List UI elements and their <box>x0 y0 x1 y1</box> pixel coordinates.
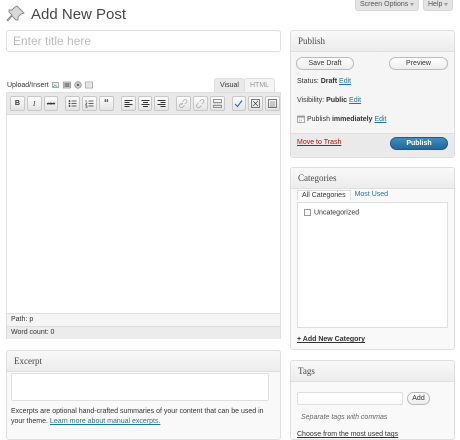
category-label: Uncategorized <box>314 209 360 217</box>
status-edit-link[interactable]: Edit <box>339 78 351 85</box>
status-value: Draft <box>320 78 338 85</box>
kitchen-sink-button[interactable] <box>265 96 280 111</box>
bold-label: B <box>14 100 20 107</box>
tab-most-used[interactable]: Most Used <box>351 190 392 200</box>
editor-toolbar: B I ABC “ <box>7 93 280 115</box>
excerpt-help: Excerpts are optional hand-crafted summa… <box>11 407 276 427</box>
add-new-category-link[interactable]: + Add New Category <box>297 336 365 343</box>
pushpin-icon <box>6 5 25 22</box>
italic-label: I <box>33 99 36 108</box>
strikethrough-button[interactable]: ABC <box>43 96 59 111</box>
align-center-button[interactable] <box>137 96 153 111</box>
align-right-button[interactable] <box>154 96 170 111</box>
category-checkbox[interactable] <box>304 209 311 216</box>
blockquote-label: “ <box>103 97 109 109</box>
publish-button[interactable]: Publish <box>390 137 448 150</box>
visibility-label: Visibility: <box>297 97 325 104</box>
upload-insert-row: Upload/Insert <box>7 80 93 90</box>
unlink-button[interactable] <box>192 96 208 111</box>
category-tabs: All Categories Most Used <box>297 190 392 200</box>
tab-visual[interactable]: Visual <box>214 78 245 92</box>
publish-label: Publish <box>307 115 330 123</box>
chevron-down-icon <box>444 2 449 6</box>
strikethrough-label: ABC <box>46 101 56 106</box>
align-left-button[interactable] <box>120 96 136 111</box>
screen-options-label: Screen Options <box>360 1 409 8</box>
chevron-down-icon <box>410 2 415 6</box>
status-label: Status: <box>297 78 319 85</box>
add-audio-icon[interactable] <box>74 81 82 89</box>
excerpt-textarea[interactable] <box>11 373 269 401</box>
spellcheck-button[interactable] <box>231 96 247 111</box>
visibility-edit-link[interactable]: Edit <box>349 97 361 104</box>
path-bar: Path: p <box>7 313 280 326</box>
preview-button[interactable]: Preview <box>389 57 448 70</box>
spellcheck-icon <box>235 100 243 108</box>
choose-tags-link[interactable]: Choose from the most used tags <box>297 431 398 438</box>
insert-link-button[interactable] <box>176 96 191 111</box>
help-label: Help <box>428 1 443 8</box>
bullet-list-icon <box>68 100 77 107</box>
help-tab[interactable]: Help <box>423 0 454 11</box>
align-center-icon <box>141 100 149 107</box>
publish-date-row: Publish immediately Edit <box>297 115 387 123</box>
path-label: Path: <box>11 316 28 323</box>
fullscreen-icon <box>251 99 261 108</box>
tab-html[interactable]: HTML <box>244 78 276 92</box>
align-right-icon <box>157 100 166 107</box>
numbered-list-icon <box>85 100 94 108</box>
publish-value: immediately <box>331 115 373 123</box>
insert-more-button[interactable] <box>209 96 225 111</box>
tab-all-categories[interactable]: All Categories <box>297 190 351 200</box>
add-media-icon[interactable] <box>84 81 93 89</box>
add-tag-button[interactable]: Add <box>407 392 430 405</box>
visibility-row: Visibility: Public Edit <box>297 97 361 104</box>
fullscreen-button[interactable] <box>248 96 264 111</box>
status-row: Status: Draft Edit <box>297 78 351 85</box>
blockquote-button[interactable]: “ <box>99 96 114 111</box>
list-item[interactable]: Uncategorized <box>304 209 359 216</box>
unlink-icon <box>196 99 205 108</box>
bullet-list-button[interactable] <box>65 96 81 111</box>
numbered-list-button[interactable] <box>82 96 98 111</box>
category-checklist: Uncategorized <box>297 202 448 328</box>
link-icon <box>179 99 188 108</box>
italic-button[interactable]: I <box>26 96 42 111</box>
bold-button[interactable]: B <box>10 96 25 111</box>
post-title-input[interactable]: Enter title here <box>6 30 281 52</box>
align-left-icon <box>124 100 133 107</box>
kitchen-sink-icon <box>268 99 277 108</box>
content-editor[interactable]: B I ABC “ Path: p Word count: 0 <box>6 92 281 339</box>
visibility-value: Public <box>326 97 348 104</box>
screen-options-tab[interactable]: Screen Options <box>355 0 420 11</box>
page-title: Add New Post <box>31 6 127 23</box>
tags-help-text: Separate tags with commas <box>301 414 388 421</box>
more-tag-icon <box>212 99 222 108</box>
publish-date-edit-link[interactable]: Edit <box>374 116 386 123</box>
tags-title[interactable]: Tags <box>291 361 454 382</box>
word-count: Word count: 0 <box>7 326 280 339</box>
excerpt-title[interactable]: Excerpt <box>7 351 280 372</box>
publish-title[interactable]: Publish <box>291 31 454 52</box>
categories-title[interactable]: Categories <box>291 168 454 189</box>
path-value: p <box>29 316 34 323</box>
move-to-trash-link[interactable]: Move to Trash <box>297 139 341 146</box>
new-tag-input[interactable] <box>297 392 403 405</box>
upload-insert-label: Upload/Insert <box>7 81 49 89</box>
add-image-icon[interactable] <box>51 81 60 89</box>
add-video-icon[interactable] <box>62 81 71 89</box>
calendar-icon <box>297 115 305 123</box>
save-draft-button[interactable]: Save Draft <box>296 57 354 70</box>
excerpt-learn-more-link[interactable]: Learn more about manual excerpts. <box>50 418 161 425</box>
